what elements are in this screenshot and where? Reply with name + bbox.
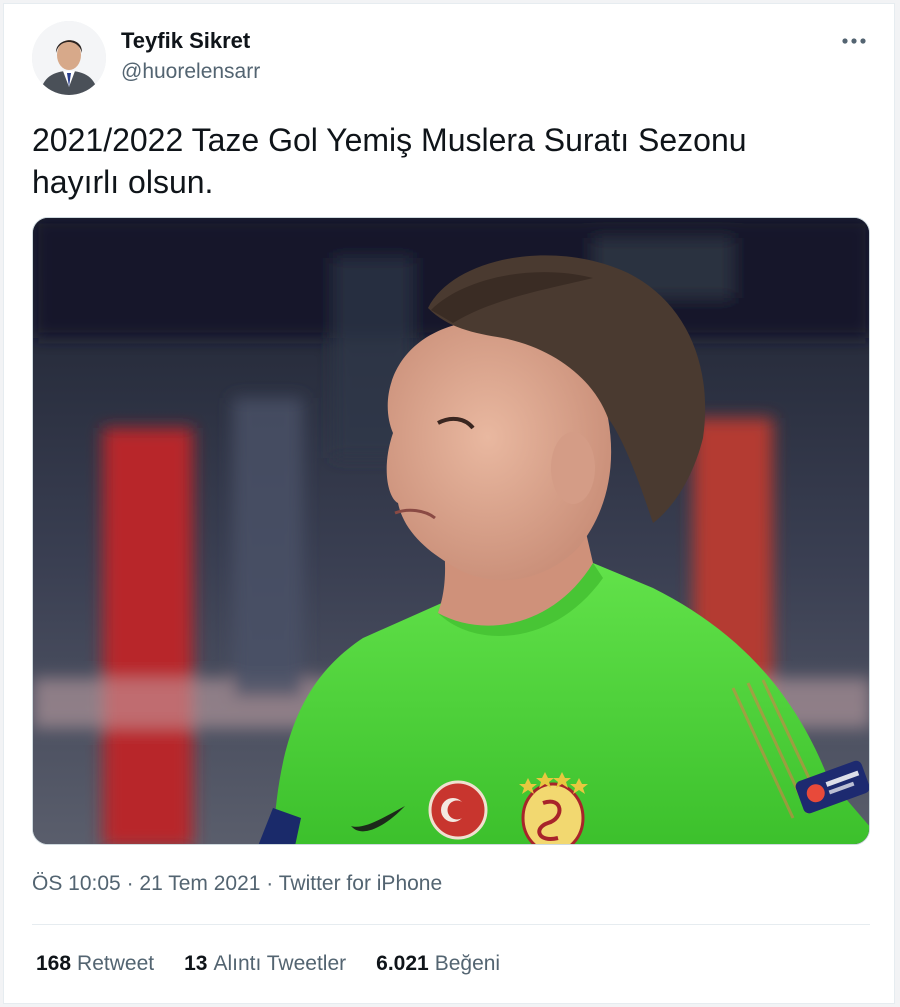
meta-separator: · — [120, 872, 140, 895]
tweet-photo[interactable] — [32, 217, 870, 845]
divider — [32, 924, 870, 925]
like-count[interactable]: 6.021 Beğeni — [376, 952, 500, 976]
tweet-card: Teyfik Sikret @huorelensarr 2021/2022 Ta… — [3, 3, 895, 1004]
retweet-count[interactable]: 168 Retweet — [36, 952, 154, 976]
meta-separator: · — [260, 872, 279, 895]
stat-value: 13 — [184, 952, 208, 975]
stat-value: 6.021 — [376, 952, 429, 975]
author-handle[interactable]: @huorelensarr — [121, 60, 260, 84]
stat-value: 168 — [36, 952, 72, 975]
stat-label: Alıntı Tweetler — [213, 952, 347, 975]
avatar-image — [32, 21, 106, 95]
tweet-stats: 168 Retweet 13 Alıntı Tweetler 6.021 Beğeni — [36, 952, 500, 976]
avatar[interactable] — [32, 21, 106, 95]
more-horizontal-icon — [842, 38, 866, 44]
quote-tweet-count[interactable]: 13 Alıntı Tweetler — [184, 952, 346, 976]
tweet-text: 2021/2022 Taze Gol Yemiş Muslera Suratı … — [32, 122, 747, 200]
more-options-button[interactable] — [836, 26, 872, 56]
tweet-timestamp[interactable]: ÖS 10:05 · 21 Tem 2021 — [32, 872, 260, 895]
goalkeeper-photo — [33, 218, 869, 844]
tweet-date: 21 Tem 2021 — [139, 872, 261, 895]
tweet-meta: ÖS 10:05 · 21 Tem 2021 · Twitter for iPh… — [32, 872, 442, 896]
tweet-time: ÖS 10:05 — [32, 872, 121, 895]
tweet-source[interactable]: Twitter for iPhone — [279, 872, 442, 895]
author-name[interactable]: Teyfik Sikret — [121, 28, 250, 54]
stat-label: Retweet — [77, 952, 155, 975]
stat-label: Beğeni — [434, 952, 501, 975]
